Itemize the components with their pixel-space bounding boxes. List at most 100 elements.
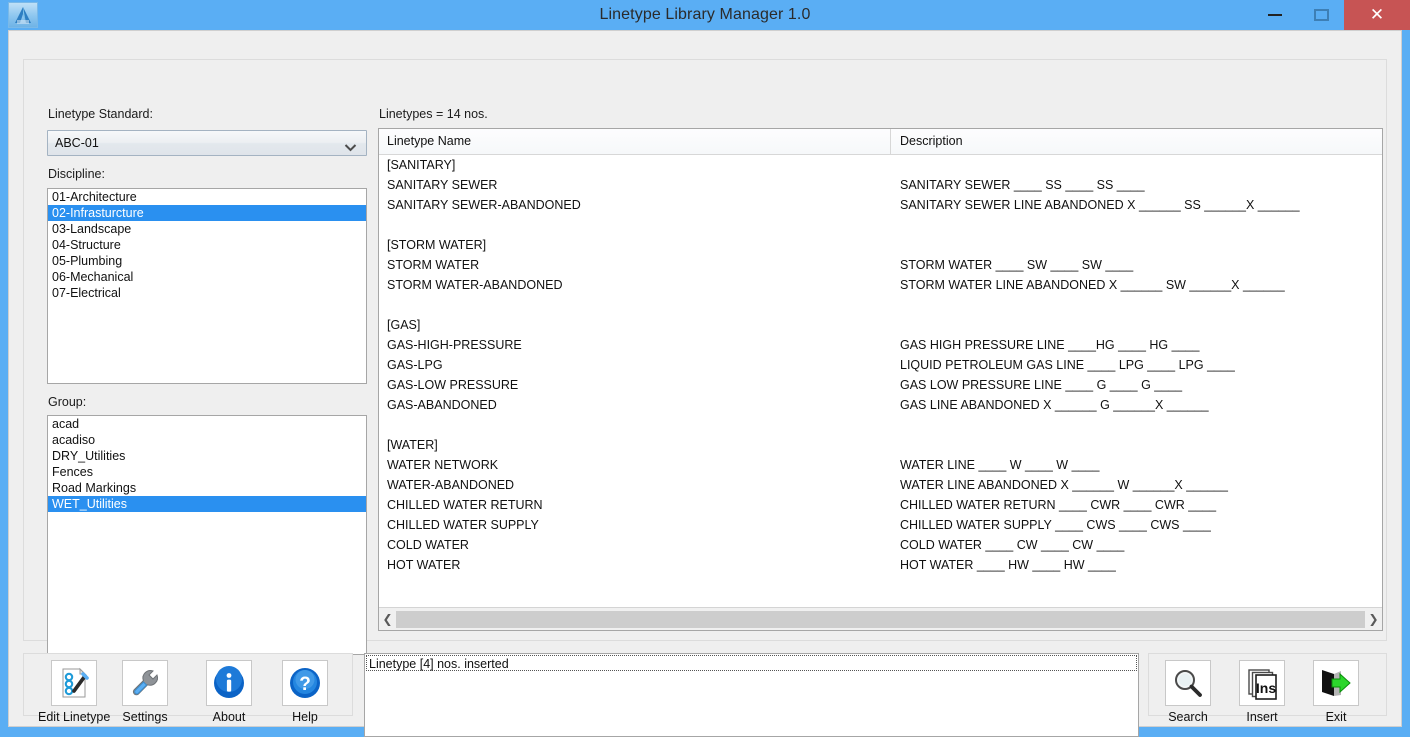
toolbar-right-panel: Search Ins Insert Exit	[1148, 653, 1387, 724]
table-row[interactable]	[379, 295, 1382, 315]
discipline-item[interactable]: 06-Mechanical	[48, 269, 366, 285]
table-row[interactable]: STORM WATER STORM WATER ____ SW ____ SW _…	[379, 255, 1382, 275]
minimize-button[interactable]	[1252, 0, 1298, 30]
table-row[interactable]: [STORM WATER]	[379, 235, 1382, 255]
table-row[interactable]	[379, 415, 1382, 435]
discipline-item[interactable]: 07-Electrical	[48, 285, 366, 301]
window-controls: ✕	[1252, 0, 1410, 30]
about-button[interactable]: About	[206, 660, 252, 724]
table-row[interactable]	[379, 215, 1382, 235]
table-row[interactable]: [WATER]	[379, 435, 1382, 455]
linetype-name-cell: STORM WATER-ABANDONED	[387, 278, 563, 292]
svg-text:?: ?	[299, 674, 311, 695]
linetype-name-cell: GAS-LPG	[387, 358, 443, 372]
close-icon: ✕	[1369, 4, 1385, 25]
column-header-description[interactable]: Description	[892, 129, 1382, 154]
exit-button[interactable]: Exit	[1313, 660, 1359, 724]
table-row[interactable]: SANITARY SEWER SANITARY SEWER ____ SS ___…	[379, 175, 1382, 195]
table-row[interactable]: WATER NETWORK WATER LINE ____ W ____ W __…	[379, 455, 1382, 475]
search-button[interactable]: Search	[1165, 660, 1211, 724]
linetype-grid: Linetype Name Description [SANITARY] SANI…	[378, 128, 1383, 631]
edit-linetype-icon	[51, 660, 98, 706]
table-row[interactable]: CHILLED WATER RETURN CHILLED WATER RETURN…	[379, 495, 1382, 515]
window-title: Linetype Library Manager 1.0	[599, 6, 811, 23]
grid-body[interactable]: [SANITARY] SANITARY SEWER SANITARY SEWER _…	[379, 155, 1382, 608]
wrench-icon	[122, 660, 168, 706]
table-row[interactable]: HOT WATER HOT WATER ____ HW ____ HW ____	[379, 555, 1382, 575]
client-area: Linetype Standard: ABC-01 Discipline: 01…	[8, 30, 1402, 737]
close-button[interactable]: ✕	[1344, 0, 1410, 30]
linetype-description-cell: COLD WATER ____ CW ____ CW ____	[900, 538, 1125, 552]
linetype-standard-dropdown[interactable]: ABC-01	[47, 130, 367, 156]
group-item[interactable]: DRY_Utilities	[48, 448, 366, 464]
table-row[interactable]: COLD WATER COLD WATER ____ CW ____ CW ___…	[379, 535, 1382, 555]
table-row[interactable]: STORM WATER-ABANDONED STORM WATER LINE AB…	[379, 275, 1382, 295]
group-item[interactable]: WET_Utilities	[48, 496, 366, 512]
table-row[interactable]: GAS-LOW PRESSURE GAS LOW PRESSURE LINE __…	[379, 375, 1382, 395]
scrollbar-thumb[interactable]	[396, 610, 1365, 628]
chevron-left-icon[interactable]: ❮	[379, 609, 396, 630]
search-label: Search	[1168, 710, 1208, 724]
discipline-label: Discipline:	[48, 167, 105, 181]
insert-pages-icon: Ins	[1239, 660, 1285, 706]
info-icon	[206, 660, 252, 706]
linetype-name-cell: [SANITARY]	[387, 158, 456, 172]
help-button[interactable]: ? Help	[282, 660, 328, 724]
linetype-description-cell: CHILLED WATER SUPPLY ____ CWS ____ CWS _…	[900, 518, 1211, 532]
linetype-description-cell: GAS LOW PRESSURE LINE ____ G ____ G ____	[900, 378, 1183, 392]
linetype-name-cell: [WATER]	[387, 438, 438, 452]
linetype-name-cell: SANITARY SEWER-ABANDONED	[387, 198, 581, 212]
settings-button[interactable]: Settings	[122, 660, 168, 724]
title-bar: Linetype Library Manager 1.0 ✕	[0, 0, 1410, 30]
main-panel: Linetype Standard: ABC-01 Discipline: 01…	[23, 59, 1387, 655]
linetype-name-cell: COLD WATER	[387, 538, 469, 552]
svg-text:Ins: Ins	[1256, 680, 1276, 696]
settings-label: Settings	[122, 710, 168, 724]
linetype-standard-label: Linetype Standard:	[48, 107, 153, 121]
linetype-standard-value: ABC-01	[55, 136, 99, 150]
table-row[interactable]: [GAS]	[379, 315, 1382, 335]
exit-label: Exit	[1325, 710, 1347, 724]
log-output[interactable]: Linetype [4] nos. inserted	[364, 653, 1139, 737]
discipline-item[interactable]: 04-Structure	[48, 237, 366, 253]
linetype-name-cell: GAS-HIGH-PRESSURE	[387, 338, 522, 352]
column-header-name[interactable]: Linetype Name	[379, 129, 891, 154]
chevron-right-icon[interactable]: ❯	[1365, 609, 1382, 630]
group-item[interactable]: acad	[48, 416, 366, 432]
edit-linetype-label: Edit Linetype	[38, 710, 111, 724]
insert-button[interactable]: Ins Insert	[1239, 660, 1285, 724]
discipline-item[interactable]: 05-Plumbing	[48, 253, 366, 269]
group-item[interactable]: acadiso	[48, 432, 366, 448]
linetype-description-cell: GAS HIGH PRESSURE LINE ____HG ____ HG __…	[900, 338, 1200, 352]
linetype-name-cell: GAS-ABANDONED	[387, 398, 497, 412]
horizontal-scrollbar[interactable]: ❮ ❯	[379, 607, 1382, 630]
table-row[interactable]: [SANITARY]	[379, 155, 1382, 175]
linetype-name-cell: SANITARY SEWER	[387, 178, 498, 192]
linetype-description-cell: STORM WATER LINE ABANDONED X ______ SW _…	[900, 278, 1285, 292]
edit-linetype-button[interactable]: Edit Linetype	[38, 660, 110, 724]
linetype-name-cell: [GAS]	[387, 318, 421, 332]
table-row[interactable]: WATER-ABANDONED WATER LINE ABANDONED X __…	[379, 475, 1382, 495]
linetype-name-cell: WATER-ABANDONED	[387, 478, 515, 492]
table-row[interactable]: SANITARY SEWER-ABANDONED SANITARY SEWER L…	[379, 195, 1382, 215]
question-icon: ?	[282, 660, 328, 706]
discipline-item[interactable]: 02-Infrasturcture	[48, 205, 366, 221]
linetype-description-cell: STORM WATER ____ SW ____ SW ____	[900, 258, 1134, 272]
group-listbox[interactable]: acad acadiso DRY_Utilities Fences Road Marki…	[47, 415, 367, 655]
linetype-name-cell: [STORM WATER]	[387, 238, 487, 252]
discipline-listbox[interactable]: 01-Architecture 02-Infrasturcture 03-Lands…	[47, 188, 367, 384]
table-row[interactable]: GAS-LPG LIQUID PETROLEUM GAS LINE ____ LP…	[379, 355, 1382, 375]
table-row[interactable]: GAS-HIGH-PRESSURE GAS HIGH PRESSURE LINE …	[379, 335, 1382, 355]
linetype-description-cell: LIQUID PETROLEUM GAS LINE ____ LPG ____ …	[900, 358, 1235, 372]
linetype-name-cell: GAS-LOW PRESSURE	[387, 378, 519, 392]
maximize-button[interactable]	[1298, 0, 1344, 30]
discipline-item[interactable]: 01-Architecture	[48, 189, 366, 205]
magnifier-icon	[1165, 660, 1211, 706]
about-label: About	[212, 710, 246, 724]
linetype-description-cell: WATER LINE ABANDONED X ______ W ______X …	[900, 478, 1228, 492]
discipline-item[interactable]: 03-Landscape	[48, 221, 366, 237]
table-row[interactable]: CHILLED WATER SUPPLY CHILLED WATER SUPPLY…	[379, 515, 1382, 535]
group-item[interactable]: Road Markings	[48, 480, 366, 496]
table-row[interactable]: GAS-ABANDONED GAS LINE ABANDONED X ______…	[379, 395, 1382, 415]
group-item[interactable]: Fences	[48, 464, 366, 480]
